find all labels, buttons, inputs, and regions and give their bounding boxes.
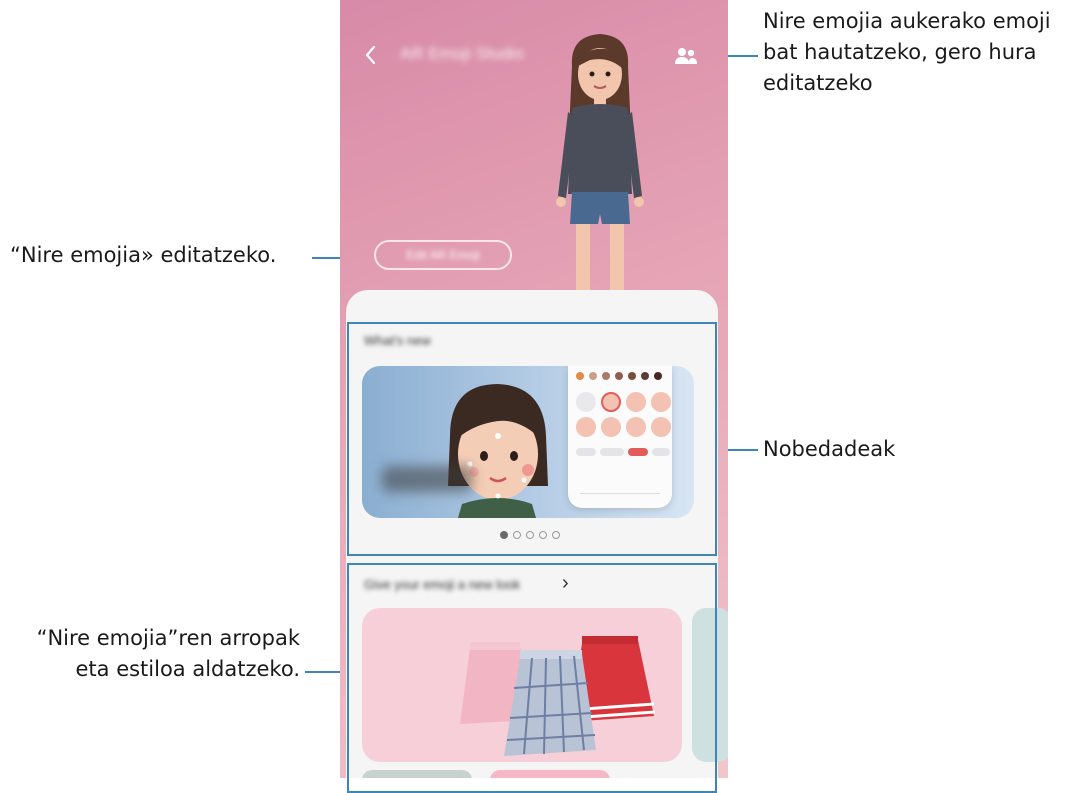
clothes-section-highlight bbox=[347, 563, 717, 793]
callout-whats-new: Nobedadeak bbox=[763, 437, 896, 461]
back-icon[interactable] bbox=[362, 44, 380, 66]
edit-emoji-button-label: Edit AR Emoji bbox=[406, 248, 480, 262]
app-title: AR Emoji Studio bbox=[400, 44, 524, 63]
callout-clothes-line-2: eta estiloa aldatzeko. bbox=[75, 657, 301, 681]
callout-select-emoji-line-2: bat hautatzeko, gero hura bbox=[763, 40, 1037, 64]
avatar-figure bbox=[556, 34, 644, 312]
friends-icon[interactable] bbox=[673, 46, 699, 66]
callout-clothes: “Nire emojia”ren arropak eta estiloa ald… bbox=[10, 623, 300, 685]
whats-new-highlight bbox=[347, 322, 717, 556]
callout-select-emoji-line-1: Nire emojia aukerako emoji bbox=[763, 9, 1051, 33]
callout-clothes-line-1: “Nire emojia”ren arropak bbox=[36, 626, 300, 650]
edit-emoji-button[interactable]: Edit AR Emoji bbox=[374, 240, 512, 270]
callout-select-emoji: Nire emojia aukerako emoji bat hautatzek… bbox=[763, 6, 1051, 99]
callout-edit-emoji: “Nire emojia» editatzeko. bbox=[10, 243, 277, 267]
callout-select-emoji-line-3: editatzeko bbox=[763, 71, 873, 95]
